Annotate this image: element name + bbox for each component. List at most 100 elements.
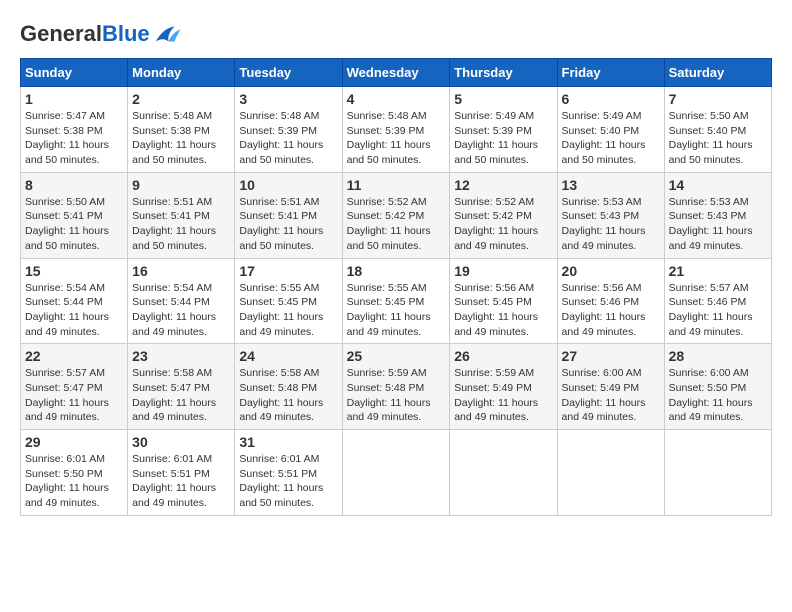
- calendar-cell: [557, 430, 664, 516]
- day-info: Sunrise: 5:53 AM Sunset: 5:43 PM Dayligh…: [562, 195, 660, 254]
- calendar-cell: [664, 430, 771, 516]
- day-info: Sunrise: 5:49 AM Sunset: 5:40 PM Dayligh…: [562, 109, 660, 168]
- calendar-cell: 31 Sunrise: 6:01 AM Sunset: 5:51 PM Dayli…: [235, 430, 342, 516]
- day-info: Sunrise: 5:56 AM Sunset: 5:46 PM Dayligh…: [562, 281, 660, 340]
- day-info: Sunrise: 5:50 AM Sunset: 5:40 PM Dayligh…: [669, 109, 767, 168]
- day-info: Sunrise: 5:47 AM Sunset: 5:38 PM Dayligh…: [25, 109, 123, 168]
- day-number: 10: [239, 177, 337, 193]
- day-number: 4: [347, 91, 446, 107]
- calendar-cell: 30Sunrise: 6:01 AM Sunset: 5:51 PM Dayli…: [128, 430, 235, 516]
- logo-blue: Blue: [102, 21, 150, 46]
- day-number: 28: [669, 348, 767, 364]
- calendar-header-thursday: Thursday: [450, 59, 557, 87]
- day-number: 2: [132, 91, 230, 107]
- day-info: Sunrise: 5:54 AM Sunset: 5:44 PM Dayligh…: [132, 281, 230, 340]
- calendar-header-friday: Friday: [557, 59, 664, 87]
- calendar-header-tuesday: Tuesday: [235, 59, 342, 87]
- calendar-cell: [342, 430, 450, 516]
- day-number: 25: [347, 348, 446, 364]
- day-info: Sunrise: 6:00 AM Sunset: 5:49 PM Dayligh…: [562, 366, 660, 425]
- calendar-cell: 18Sunrise: 5:55 AM Sunset: 5:45 PM Dayli…: [342, 258, 450, 344]
- logo: GeneralBlue: [20, 20, 182, 48]
- day-info: Sunrise: 5:49 AM Sunset: 5:39 PM Dayligh…: [454, 109, 552, 168]
- day-number: 27: [562, 348, 660, 364]
- day-info: Sunrise: 5:58 AM Sunset: 5:48 PM Dayligh…: [239, 366, 337, 425]
- calendar-week-row: 22 Sunrise: 5:57 AM Sunset: 5:47 PM Dayli…: [21, 344, 772, 430]
- calendar-cell: [450, 430, 557, 516]
- calendar-cell: 17 Sunrise: 5:55 AM Sunset: 5:45 PM Dayli…: [235, 258, 342, 344]
- day-info: Sunrise: 5:56 AM Sunset: 5:45 PM Dayligh…: [454, 281, 552, 340]
- calendar-cell: 19Sunrise: 5:56 AM Sunset: 5:45 PM Dayli…: [450, 258, 557, 344]
- calendar-cell: 21 Sunrise: 5:57 AM Sunset: 5:46 PM Dayli…: [664, 258, 771, 344]
- day-info: Sunrise: 5:59 AM Sunset: 5:48 PM Dayligh…: [347, 366, 446, 425]
- day-number: 15: [25, 263, 123, 279]
- day-number: 26: [454, 348, 552, 364]
- day-info: Sunrise: 5:59 AM Sunset: 5:49 PM Dayligh…: [454, 366, 552, 425]
- calendar-cell: 20 Sunrise: 5:56 AM Sunset: 5:46 PM Dayli…: [557, 258, 664, 344]
- day-number: 9: [132, 177, 230, 193]
- day-number: 21: [669, 263, 767, 279]
- day-number: 31: [239, 434, 337, 450]
- day-number: 7: [669, 91, 767, 107]
- calendar-cell: 13 Sunrise: 5:53 AM Sunset: 5:43 PM Dayli…: [557, 172, 664, 258]
- logo-text: GeneralBlue: [20, 21, 150, 47]
- day-info: Sunrise: 5:48 AM Sunset: 5:38 PM Dayligh…: [132, 109, 230, 168]
- day-info: Sunrise: 5:48 AM Sunset: 5:39 PM Dayligh…: [239, 109, 337, 168]
- calendar-header-saturday: Saturday: [664, 59, 771, 87]
- calendar-cell: 9 Sunrise: 5:51 AM Sunset: 5:41 PM Daylig…: [128, 172, 235, 258]
- day-info: Sunrise: 5:51 AM Sunset: 5:41 PM Dayligh…: [132, 195, 230, 254]
- day-info: Sunrise: 5:51 AM Sunset: 5:41 PM Dayligh…: [239, 195, 337, 254]
- calendar-cell: 28 Sunrise: 6:00 AM Sunset: 5:50 PM Dayli…: [664, 344, 771, 430]
- calendar-cell: 16 Sunrise: 5:54 AM Sunset: 5:44 PM Dayli…: [128, 258, 235, 344]
- day-info: Sunrise: 5:52 AM Sunset: 5:42 PM Dayligh…: [454, 195, 552, 254]
- day-info: Sunrise: 5:58 AM Sunset: 5:47 PM Dayligh…: [132, 366, 230, 425]
- calendar-cell: 15 Sunrise: 5:54 AM Sunset: 5:44 PM Dayli…: [21, 258, 128, 344]
- calendar-week-row: 8 Sunrise: 5:50 AM Sunset: 5:41 PM Daylig…: [21, 172, 772, 258]
- day-number: 5: [454, 91, 552, 107]
- day-info: Sunrise: 5:57 AM Sunset: 5:47 PM Dayligh…: [25, 366, 123, 425]
- calendar-cell: 27 Sunrise: 6:00 AM Sunset: 5:49 PM Dayli…: [557, 344, 664, 430]
- calendar-cell: 22 Sunrise: 5:57 AM Sunset: 5:47 PM Dayli…: [21, 344, 128, 430]
- day-number: 6: [562, 91, 660, 107]
- day-number: 22: [25, 348, 123, 364]
- day-info: Sunrise: 5:52 AM Sunset: 5:42 PM Dayligh…: [347, 195, 446, 254]
- calendar-cell: 8 Sunrise: 5:50 AM Sunset: 5:41 PM Daylig…: [21, 172, 128, 258]
- calendar-cell: 25 Sunrise: 5:59 AM Sunset: 5:48 PM Dayli…: [342, 344, 450, 430]
- calendar-cell: 1 Sunrise: 5:47 AM Sunset: 5:38 PM Daylig…: [21, 87, 128, 173]
- day-number: 23: [132, 348, 230, 364]
- day-number: 20: [562, 263, 660, 279]
- day-number: 29: [25, 434, 123, 450]
- calendar-week-row: 1 Sunrise: 5:47 AM Sunset: 5:38 PM Daylig…: [21, 87, 772, 173]
- calendar-header-row: SundayMondayTuesdayWednesdayThursdayFrid…: [21, 59, 772, 87]
- calendar-cell: 14Sunrise: 5:53 AM Sunset: 5:43 PM Dayli…: [664, 172, 771, 258]
- day-number: 18: [347, 263, 446, 279]
- day-info: Sunrise: 5:57 AM Sunset: 5:46 PM Dayligh…: [669, 281, 767, 340]
- calendar-header-sunday: Sunday: [21, 59, 128, 87]
- day-number: 13: [562, 177, 660, 193]
- day-info: Sunrise: 5:55 AM Sunset: 5:45 PM Dayligh…: [239, 281, 337, 340]
- calendar-cell: 23 Sunrise: 5:58 AM Sunset: 5:47 PM Dayli…: [128, 344, 235, 430]
- calendar-header-monday: Monday: [128, 59, 235, 87]
- day-info: Sunrise: 5:53 AM Sunset: 5:43 PM Dayligh…: [669, 195, 767, 254]
- day-info: Sunrise: 6:01 AM Sunset: 5:50 PM Dayligh…: [25, 452, 123, 511]
- day-info: Sunrise: 6:00 AM Sunset: 5:50 PM Dayligh…: [669, 366, 767, 425]
- day-number: 24: [239, 348, 337, 364]
- day-info: Sunrise: 5:54 AM Sunset: 5:44 PM Dayligh…: [25, 281, 123, 340]
- day-number: 16: [132, 263, 230, 279]
- day-info: Sunrise: 6:01 AM Sunset: 5:51 PM Dayligh…: [239, 452, 337, 511]
- calendar-cell: 10 Sunrise: 5:51 AM Sunset: 5:41 PM Dayli…: [235, 172, 342, 258]
- day-number: 17: [239, 263, 337, 279]
- calendar-cell: 2 Sunrise: 5:48 AM Sunset: 5:38 PM Daylig…: [128, 87, 235, 173]
- calendar-cell: 6 Sunrise: 5:49 AM Sunset: 5:40 PM Daylig…: [557, 87, 664, 173]
- day-info: Sunrise: 5:48 AM Sunset: 5:39 PM Dayligh…: [347, 109, 446, 168]
- day-info: Sunrise: 5:50 AM Sunset: 5:41 PM Dayligh…: [25, 195, 123, 254]
- page-header: GeneralBlue: [20, 20, 772, 48]
- calendar-table: SundayMondayTuesdayWednesdayThursdayFrid…: [20, 58, 772, 516]
- logo-bird-icon: [152, 20, 182, 48]
- day-info: Sunrise: 6:01 AM Sunset: 5:51 PM Dayligh…: [132, 452, 230, 511]
- logo-general: General: [20, 21, 102, 46]
- calendar-cell: 12Sunrise: 5:52 AM Sunset: 5:42 PM Dayli…: [450, 172, 557, 258]
- day-number: 8: [25, 177, 123, 193]
- calendar-header-wednesday: Wednesday: [342, 59, 450, 87]
- day-number: 1: [25, 91, 123, 107]
